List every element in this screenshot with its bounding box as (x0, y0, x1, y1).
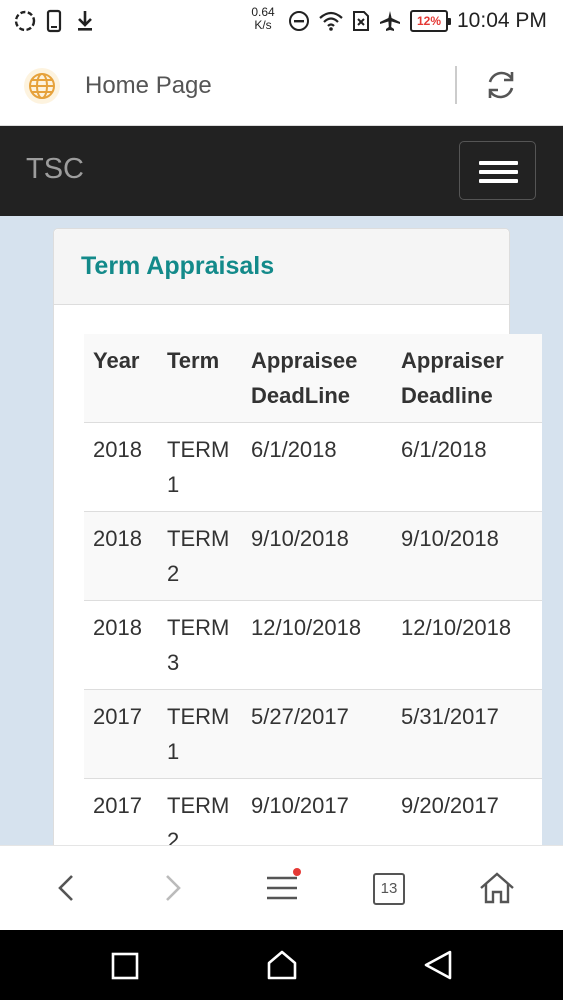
home-nav-icon[interactable] (266, 949, 298, 986)
cell-term: TERM 1 (158, 689, 242, 779)
cell-term: TERM 3 (158, 600, 242, 690)
cell-year: 2018 (84, 422, 158, 512)
tabs-icon[interactable]: 13 (373, 873, 405, 905)
cell-appraisee-deadline: 9/10/2017 (242, 778, 392, 845)
page-title[interactable]: Home Page (85, 72, 212, 100)
recents-icon[interactable] (111, 952, 139, 985)
panel-heading: Term Appraisals (54, 229, 509, 305)
hamburger-bar (479, 170, 518, 174)
refresh-icon[interactable] (482, 66, 520, 104)
cell-term: TERM 2 (158, 778, 242, 845)
cell-year: 2018 (84, 600, 158, 690)
divider (455, 66, 457, 104)
header-year: Year (84, 334, 158, 423)
back-icon[interactable] (46, 868, 86, 908)
page-content: Term Appraisals Year Term Appraisee Dead… (0, 216, 563, 845)
header-appraiser-deadline: Appraiser Deadline (392, 334, 542, 423)
clock: 10:04 PM (457, 9, 547, 32)
cell-term: TERM 2 (158, 511, 242, 601)
cell-appraiser-deadline: 6/1/2018 (392, 422, 542, 512)
network-speed-unit: K/s (254, 18, 272, 32)
appraisals-panel: Term Appraisals Year Term Appraisee Dead… (53, 228, 542, 845)
system-navigation-bar (0, 930, 563, 1000)
browser-toolbar: 13 (0, 845, 563, 930)
phone-icon (44, 9, 64, 33)
cell-appraisee-deadline: 5/27/2017 (242, 689, 392, 779)
panel-title: Term Appraisals (81, 252, 275, 280)
header-term: Term (158, 334, 242, 423)
table-row: 2018 TERM 1 6/1/2018 6/1/2018 (84, 422, 542, 512)
cell-appraiser-deadline: 9/10/2018 (392, 511, 542, 601)
status-bar: 0.64 K/s 12% 10:04 PM (0, 0, 563, 44)
cell-year: 2017 (84, 689, 158, 779)
browser-address-bar: Home Page (0, 44, 563, 126)
cell-appraisee-deadline: 12/10/2018 (242, 600, 392, 690)
cell-appraiser-deadline: 12/10/2018 (392, 600, 542, 690)
table-container: Year Term Appraisee DeadLine Appraiser D… (84, 334, 542, 845)
airplane-icon (378, 9, 402, 33)
table-row: 2018 TERM 2 9/10/2018 9/10/2018 (84, 511, 542, 601)
hamburger-bar (479, 179, 518, 183)
forward-icon[interactable] (153, 868, 193, 908)
cell-appraisee-deadline: 6/1/2018 (242, 422, 392, 512)
dnd-icon (287, 9, 311, 33)
cell-appraiser-deadline: 5/31/2017 (392, 689, 542, 779)
wifi-icon (317, 9, 345, 33)
sync-icon (12, 9, 38, 33)
navbar-toggle-button[interactable] (459, 141, 536, 200)
header-appraisee-deadline: Appraisee DeadLine (242, 334, 392, 423)
cell-year: 2017 (84, 778, 158, 845)
hamburger-bar (479, 161, 518, 165)
table-row: 2017 TERM 1 5/27/2017 5/31/2017 (84, 689, 542, 779)
battery-indicator: 12% (410, 10, 451, 32)
cell-appraiser-deadline: 9/20/2017 (392, 778, 542, 845)
download-icon (74, 9, 96, 33)
globe-icon (22, 66, 62, 106)
back-nav-icon[interactable] (423, 949, 453, 986)
home-icon[interactable] (477, 868, 517, 908)
network-speed: 0.64 K/s (244, 6, 282, 32)
sim-x-icon (350, 9, 372, 33)
site-brand[interactable]: TSC (26, 152, 84, 186)
notification-dot (293, 868, 301, 876)
cell-appraisee-deadline: 9/10/2018 (242, 511, 392, 601)
table-row: 2018 TERM 3 12/10/2018 12/10/2018 (84, 600, 542, 690)
appraisals-table: Year Term Appraisee DeadLine Appraiser D… (84, 334, 542, 845)
table-header-row: Year Term Appraisee DeadLine Appraiser D… (84, 334, 542, 423)
cell-term: TERM 1 (158, 422, 242, 512)
cell-year: 2018 (84, 511, 158, 601)
table-row: 2017 TERM 2 9/10/2017 9/20/2017 (84, 778, 542, 845)
